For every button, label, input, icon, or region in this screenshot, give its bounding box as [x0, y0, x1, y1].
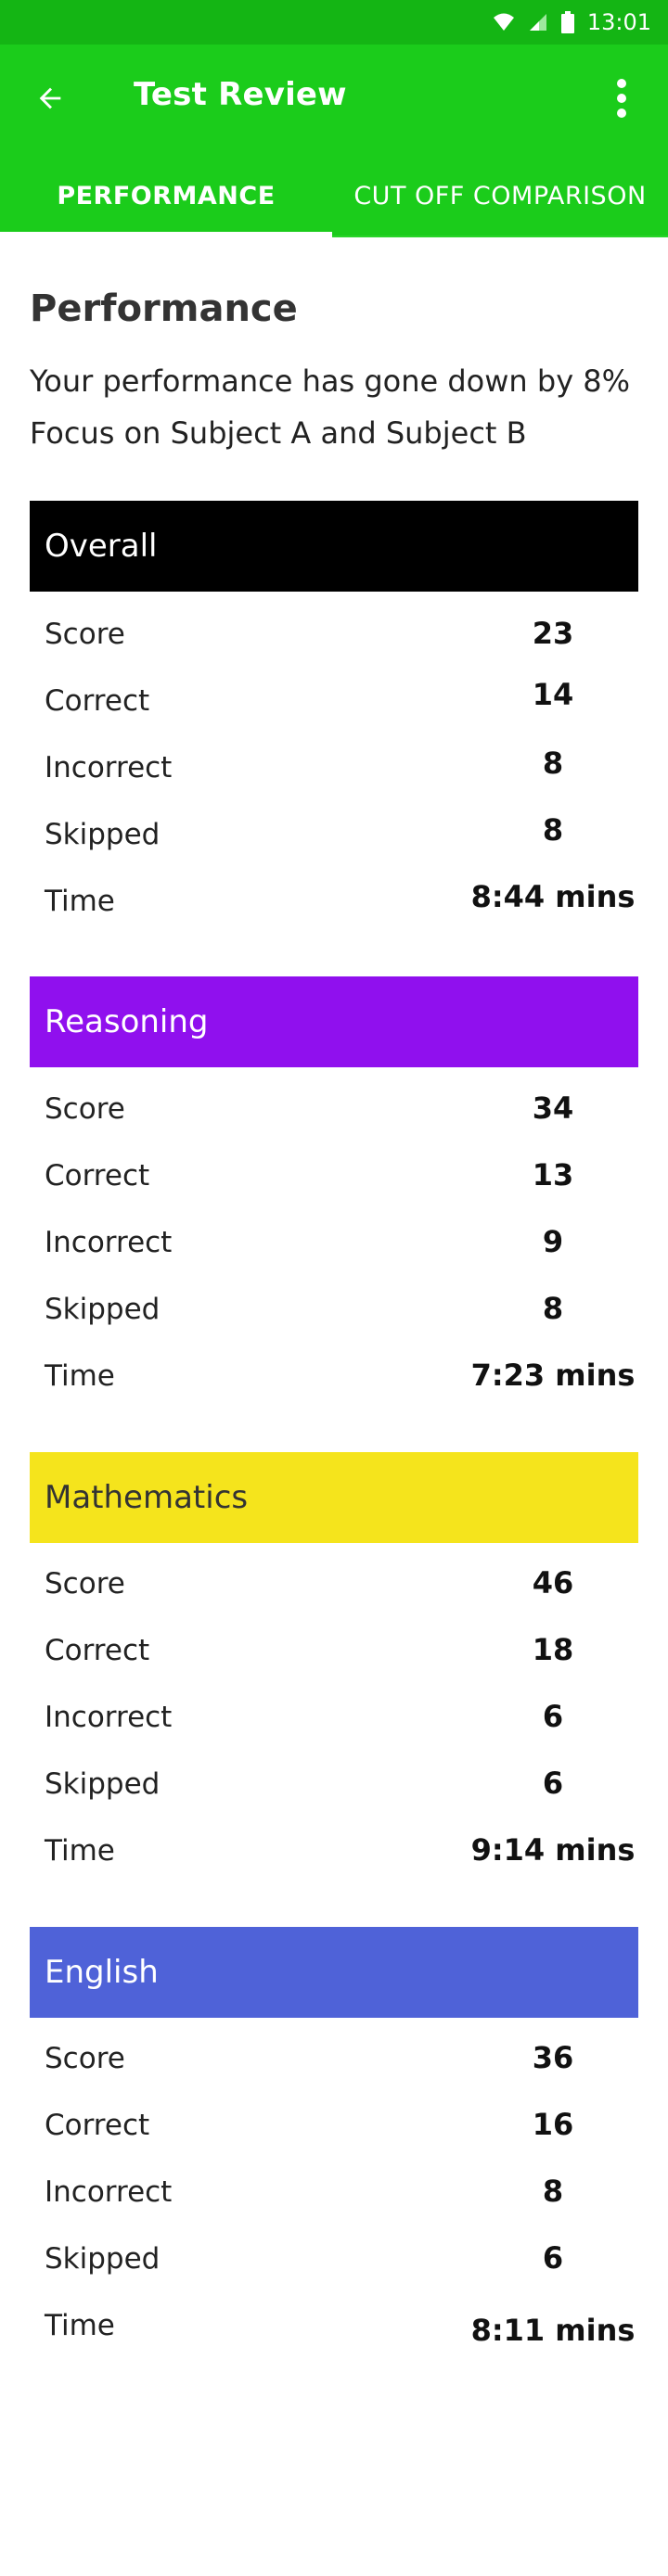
- row-label: Incorrect: [45, 2175, 173, 2209]
- performance-heading: Performance: [30, 287, 298, 330]
- section-header-overall: Overall: [30, 501, 638, 592]
- row-label: Skipped: [45, 1767, 161, 1801]
- tab-indicator: [0, 232, 332, 237]
- row-value: 13: [532, 1157, 574, 1192]
- row-value: 8: [542, 746, 564, 781]
- performance-message: Your performance has gone down by 8%: [30, 363, 631, 399]
- status-bar: 13:01: [0, 0, 668, 45]
- status-time: 13:01: [586, 9, 651, 35]
- row-label: Incorrect: [45, 751, 173, 784]
- row-value: 34: [532, 1090, 574, 1126]
- performance-focus-message: Focus on Subject A and Subject B: [30, 415, 527, 451]
- row-label: Skipped: [45, 2242, 161, 2276]
- row-value: 8: [542, 812, 564, 848]
- section-header-reasoning: Reasoning: [30, 976, 638, 1067]
- row-label: Score: [45, 2042, 125, 2075]
- signal-icon: [529, 14, 546, 31]
- row-label: Correct: [45, 2109, 150, 2142]
- row-value: 6: [542, 2240, 564, 2276]
- battery-icon: [560, 11, 574, 33]
- row-label: Score: [45, 618, 125, 651]
- row-value: 46: [532, 1565, 574, 1600]
- tab-divider: [332, 236, 668, 237]
- back-button[interactable]: [24, 72, 76, 124]
- page-title: Test Review: [134, 76, 347, 113]
- row-label: Score: [45, 1092, 125, 1126]
- app-bar: Test Review: [0, 45, 668, 154]
- row-value: 36: [532, 2040, 574, 2075]
- section-header-mathematics: Mathematics: [30, 1452, 638, 1543]
- row-value: 8:44 mins: [470, 879, 636, 914]
- row-value: 8:11 mins: [470, 2313, 636, 2348]
- row-value: 8: [542, 2174, 564, 2209]
- row-label: Time: [45, 2309, 115, 2342]
- row-label: Skipped: [45, 1293, 161, 1326]
- arrow-back-icon: [39, 87, 61, 109]
- row-value: 18: [532, 1632, 574, 1667]
- row-value: 9:14 mins: [470, 1832, 636, 1868]
- row-label: Skipped: [45, 818, 161, 851]
- row-label: Time: [45, 1834, 115, 1868]
- tab-performance[interactable]: PERFORMANCE: [0, 154, 332, 237]
- row-value: 8: [542, 1291, 564, 1326]
- status-icons: 13:01: [493, 0, 651, 45]
- row-value: 9: [542, 1224, 564, 1259]
- tab-bar: PERFORMANCE CUT OFF COMPARISON: [0, 154, 668, 237]
- tab-cut-off-comparison[interactable]: CUT OFF COMPARISON: [332, 154, 668, 237]
- more-options-button[interactable]: [596, 72, 648, 124]
- section-header-english: English: [30, 1927, 638, 2018]
- row-label: Correct: [45, 684, 150, 718]
- row-value: 7:23 mins: [470, 1358, 636, 1393]
- wifi-icon: [493, 13, 514, 31]
- row-label: Correct: [45, 1634, 150, 1667]
- row-value: 6: [542, 1699, 564, 1734]
- row-value: 23: [532, 616, 574, 651]
- row-value: 14: [532, 677, 574, 712]
- row-value: 6: [542, 1766, 564, 1801]
- row-label: Time: [45, 885, 115, 918]
- row-label: Correct: [45, 1159, 150, 1192]
- row-label: Time: [45, 1359, 115, 1393]
- row-label: Incorrect: [45, 1701, 173, 1734]
- row-value: 16: [532, 2107, 574, 2142]
- more-vert-icon: [617, 79, 626, 118]
- row-label: Incorrect: [45, 1226, 173, 1259]
- row-label: Score: [45, 1567, 125, 1600]
